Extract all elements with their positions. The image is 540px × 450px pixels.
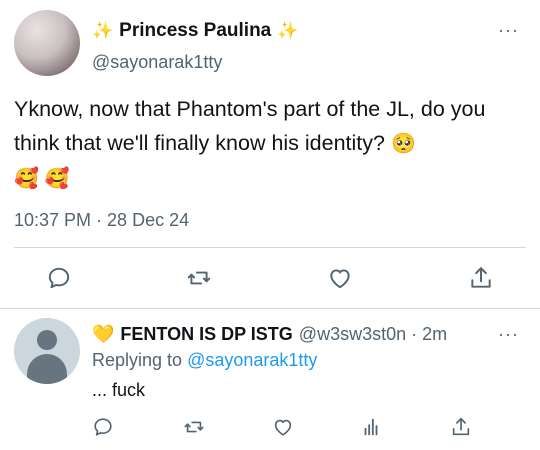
- sparkle-emoji: ✨: [277, 21, 299, 40]
- retweet-icon[interactable]: [183, 416, 205, 438]
- smiling-face-hearts-emoji: 🥰: [44, 168, 70, 190]
- default-avatar-head: [37, 330, 57, 350]
- reply-display-name[interactable]: FENTON IS DP ISTG: [120, 324, 292, 345]
- sparkle-emoji: ✨: [92, 21, 114, 40]
- pleading-face-emoji: 🥺: [390, 133, 416, 155]
- more-options-icon[interactable]: ···: [498, 20, 519, 41]
- divider: [14, 247, 526, 248]
- like-icon[interactable]: [272, 416, 294, 438]
- avatar[interactable]: [14, 318, 80, 384]
- analytics-icon[interactable]: [360, 416, 382, 438]
- reply-icon[interactable]: [92, 416, 114, 438]
- reply-text: ... fuck: [92, 380, 146, 400]
- tweet-timestamp[interactable]: 10:37 PM · 28 Dec 24: [14, 210, 189, 231]
- default-avatar-body: [27, 354, 67, 384]
- yellow-heart-emoji: 💛: [92, 324, 115, 344]
- author-display-name[interactable]: Princess Paulina: [119, 20, 271, 42]
- replying-to-label: Replying to: [92, 350, 183, 370]
- reply-icon[interactable]: [46, 265, 72, 291]
- more-options-icon[interactable]: ···: [498, 324, 519, 345]
- reply-author-row[interactable]: 💛 FENTON IS DP ISTG @w3sw3st0n · 2m: [92, 324, 447, 345]
- author-name-row[interactable]: ✨ Princess Paulina ✨: [92, 20, 298, 42]
- share-icon[interactable]: [450, 416, 472, 438]
- like-icon[interactable]: [327, 265, 353, 291]
- avatar[interactable]: [14, 10, 80, 76]
- reply-handle-time[interactable]: @w3sw3st0n · 2m: [299, 324, 447, 345]
- author-handle[interactable]: @sayonarak1tty: [92, 52, 222, 73]
- smiling-face-hearts-emoji: 🥰: [14, 168, 39, 190]
- tweet-text: Yknow, now that Phantom's part of the JL…: [14, 92, 530, 196]
- replying-to: Replying to @sayonarak1tty: [92, 350, 317, 371]
- share-icon[interactable]: [468, 265, 494, 291]
- retweet-icon[interactable]: [186, 265, 212, 291]
- tweet-separator: [0, 308, 540, 309]
- replying-to-handle[interactable]: @sayonarak1tty: [187, 350, 317, 370]
